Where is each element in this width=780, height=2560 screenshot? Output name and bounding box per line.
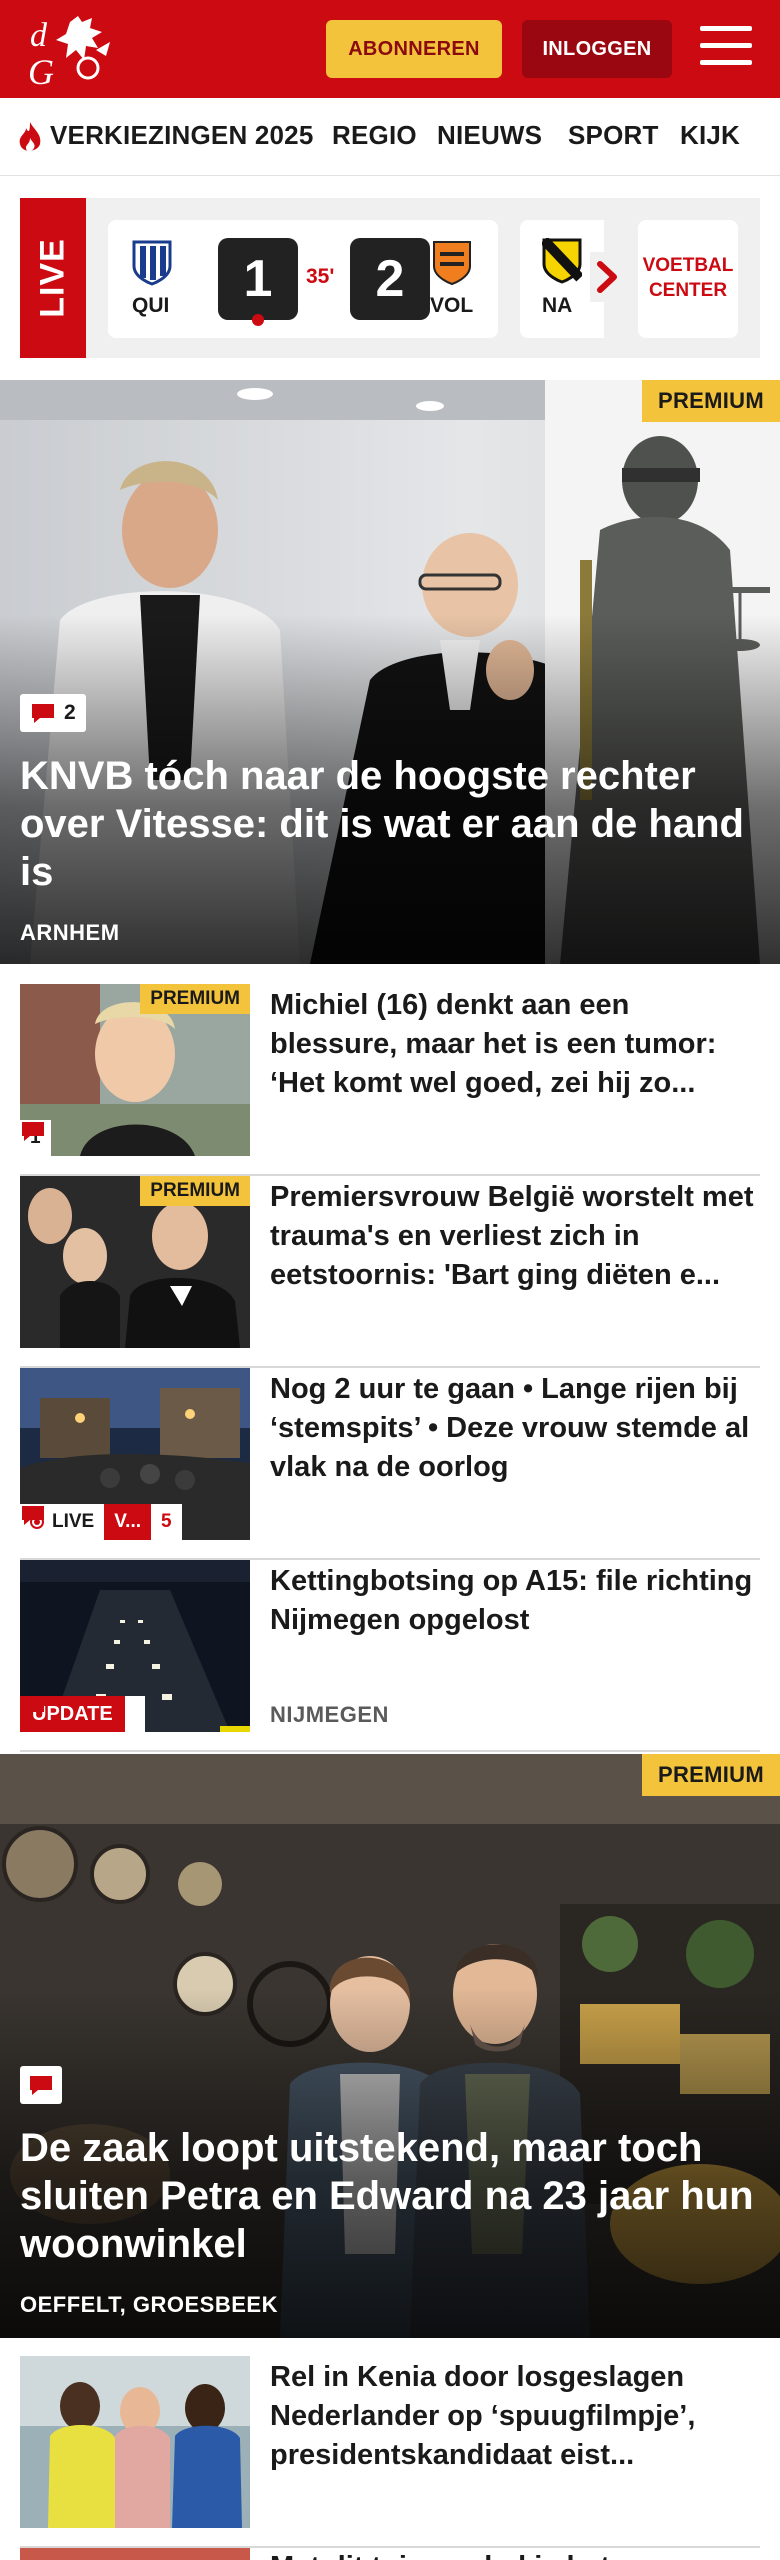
- comment-icon: [22, 1506, 44, 1525]
- subscribe-button[interactable]: ABONNEREN: [326, 20, 502, 78]
- premium-badge: PREMIUM: [642, 1754, 780, 1796]
- hero-title[interactable]: De zaak loopt uitstekend, maar toch slui…: [20, 2124, 760, 2268]
- article-title[interactable]: Nog 2 uur te gaan • Lange rijen bij ‘ste…: [270, 1370, 760, 1487]
- article-title[interactable]: Kettingbotsing op A15: file richting Nij…: [270, 1562, 760, 1640]
- main-nav: VERKIEZINGEN 2025 REGIO NIEUWS SPORT KIJ…: [0, 98, 780, 176]
- comment-icon: [22, 1122, 44, 1141]
- article-location: NIJMEGEN: [270, 1702, 389, 1727]
- voetbal-center-button[interactable]: VOETBAL CENTER: [638, 220, 738, 338]
- list-item[interactable]: Rel in Kenia door losgeslagen Nederlande…: [20, 2356, 760, 2548]
- hero-title[interactable]: KNVB tóch naar de hoogste rechter over V…: [20, 752, 760, 896]
- hero-article-vitesse[interactable]: PREMIUM 2 KNVB tóch naar de hoogste rech…: [0, 380, 780, 964]
- chevron-right-icon[interactable]: [590, 252, 626, 302]
- live-score-strip: LIVE QUI 1 35' 2 VOL NA VOETBAL CENTER: [20, 198, 760, 358]
- article-thumbnail: [20, 2356, 250, 2528]
- match-card[interactable]: QUI 1 35' 2 VOL: [108, 220, 498, 338]
- next-team-abbr: NA: [542, 294, 573, 317]
- article-title[interactable]: Michiel (16) denkt aan een blessure, maa…: [270, 986, 760, 1103]
- premium-badge: PREMIUM: [140, 984, 250, 1014]
- flame-icon: [19, 122, 41, 151]
- hero-location: OEFFELT, GROESBEEK: [20, 2292, 278, 2317]
- svg-text:G: G: [28, 52, 54, 90]
- home-score: 1: [218, 238, 298, 320]
- live-tag: LIVE: [20, 198, 86, 358]
- nav-item-nieuws[interactable]: NIEUWS: [437, 120, 542, 151]
- comment-icon: [30, 2076, 52, 2095]
- hero-article-woonwinkel[interactable]: PREMIUM De zaak loopt uitstekend, maar t…: [0, 1754, 780, 2338]
- menu-icon[interactable]: [700, 26, 752, 70]
- premium-badge: PREMIUM: [140, 1176, 250, 1206]
- login-button[interactable]: INLOGGEN: [522, 20, 672, 78]
- volendam-logo-icon: [433, 241, 471, 286]
- dg-logo[interactable]: d G: [26, 10, 118, 92]
- match-minute: 35': [306, 265, 335, 288]
- away-score: 2: [350, 238, 430, 320]
- list-item[interactable]: PREMIUM Premiersvrouw België worstelt me…: [20, 1176, 760, 1368]
- article-thumbnail: LIVE V... 5: [20, 1368, 250, 1540]
- list-item[interactable]: UPDATE Kettingbotsing op A15: file richt…: [20, 1560, 760, 1752]
- live-dot-icon: [252, 314, 264, 326]
- article-thumbnail: PREMIUM 1: [20, 984, 250, 1156]
- live-chip[interactable]: LIVE V... 5: [20, 1504, 182, 1540]
- site-header: d G ABONNEREN INLOGGEN: [0, 0, 780, 98]
- comment-count-chip[interactable]: 2: [20, 694, 86, 732]
- hero-location: ARNHEM: [20, 920, 120, 945]
- away-team-abbr: VOL: [430, 294, 474, 317]
- comment-icon: [22, 1698, 44, 1717]
- quick-boys-logo-icon: [132, 240, 172, 286]
- article-thumbnail: PREMIUM: [20, 1176, 250, 1348]
- list-item[interactable]: LIVE V... 5 Nog 2 uur te gaan • Lange ri…: [20, 1368, 760, 1560]
- comment-icon: [32, 704, 54, 723]
- list-item-partial[interactable]: Met dit tuinmeubel is het...: [20, 2548, 760, 2560]
- comment-count-chip[interactable]: 1: [20, 1120, 51, 1156]
- list-item[interactable]: PREMIUM 1 Michiel (16) denkt aan een ble…: [20, 984, 760, 1176]
- update-chip[interactable]: UPDATE: [20, 1696, 145, 1732]
- nav-item-verkiezingen[interactable]: VERKIEZINGEN 2025: [50, 120, 314, 151]
- article-title[interactable]: Met dit tuinmeubel is het...: [270, 2548, 634, 2560]
- article-title[interactable]: Premiersvrouw België worstelt met trauma…: [270, 1178, 760, 1295]
- nav-item-kijk[interactable]: KIJK: [680, 120, 740, 151]
- article-title[interactable]: Rel in Kenia door losgeslagen Nederlande…: [270, 2358, 760, 2475]
- svg-text:d: d: [30, 17, 48, 54]
- article-thumbnail: UPDATE: [20, 1560, 250, 1732]
- home-team-abbr: QUI: [132, 294, 170, 317]
- nac-logo-icon: [542, 238, 582, 284]
- nav-item-regio[interactable]: REGIO: [332, 120, 417, 151]
- article-thumbnail: [20, 2548, 250, 2560]
- nav-item-sport[interactable]: SPORT: [568, 120, 659, 151]
- comment-count-chip[interactable]: [20, 2066, 62, 2104]
- premium-badge: PREMIUM: [642, 380, 780, 422]
